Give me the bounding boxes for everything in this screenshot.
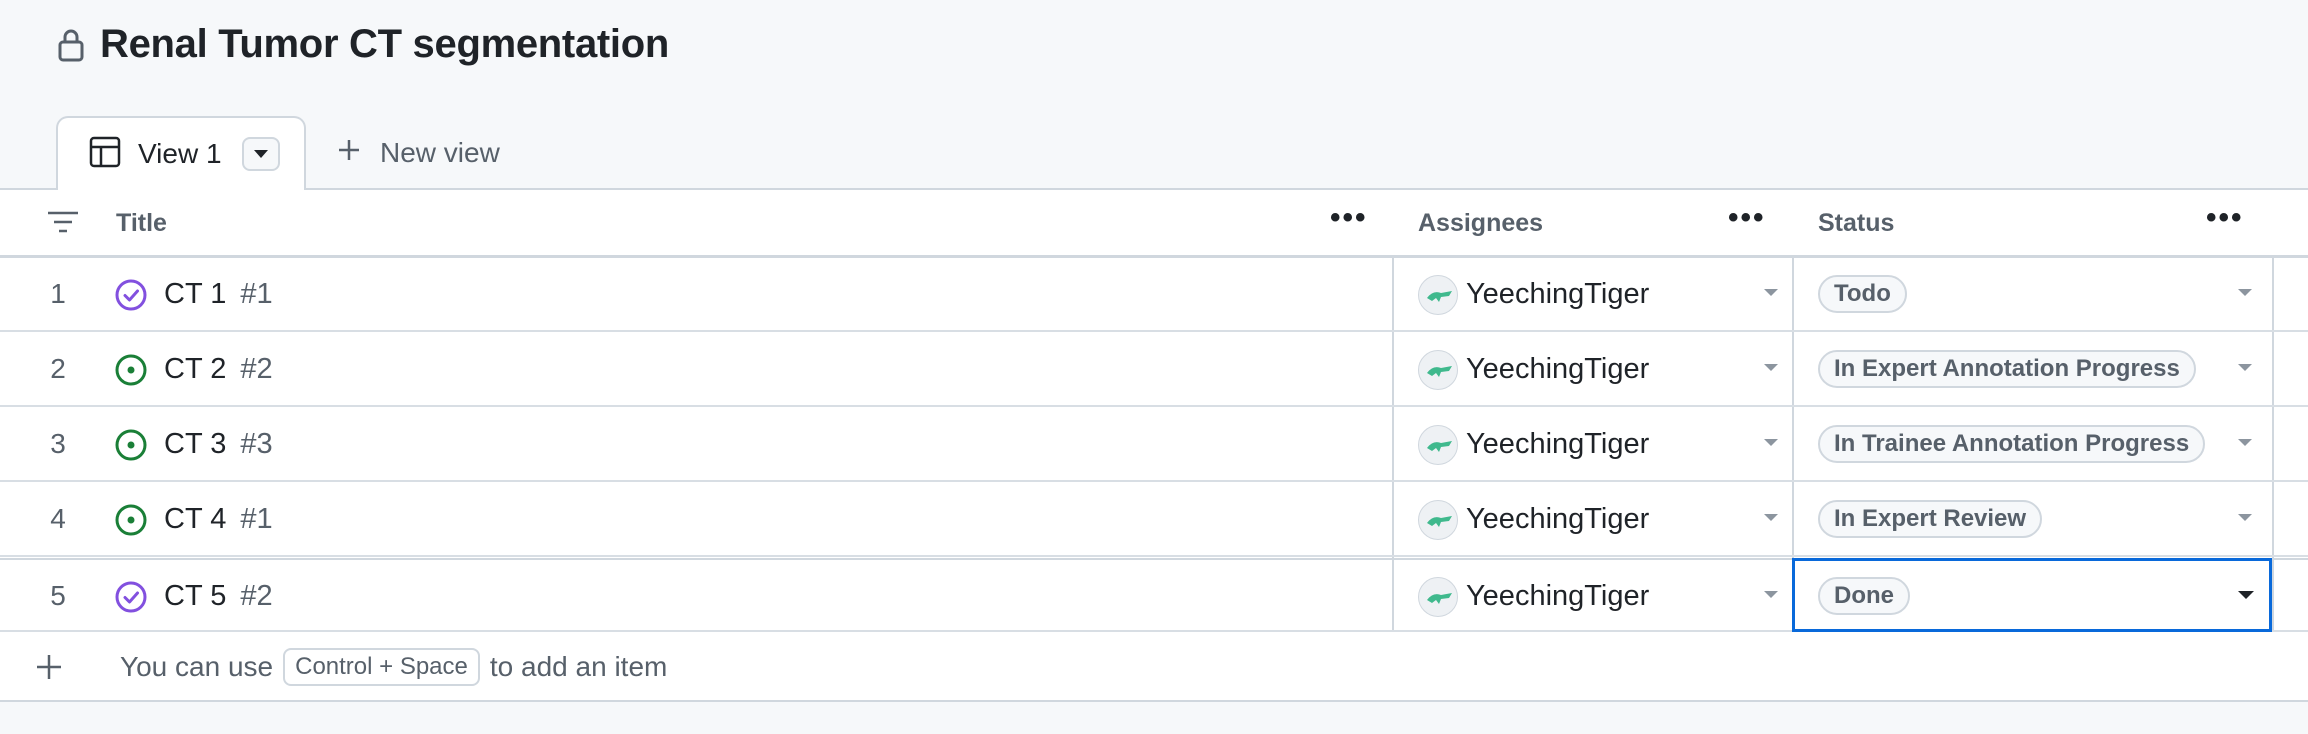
table-row[interactable]: 2 CT 2 #2 YeechingTiger In Expert Annota… [0,333,2308,407]
add-item-prefix: You can use [120,651,274,682]
issue-closed-icon [114,580,148,614]
lock-icon [56,28,86,62]
issue-number: #1 [240,502,273,535]
column-header-assignees[interactable]: Assignees [1418,190,1543,256]
selected-status-cell[interactable] [1792,558,2272,632]
project-table: Title ••• Assignees ••• Status ••• 1 CT … [0,188,2308,702]
add-item-suffix: to add an item [489,651,668,682]
assignee-dropdown-icon[interactable] [1764,289,1778,296]
assignee-name[interactable]: YeechingTiger [1466,560,1649,632]
issue-number: #2 [240,352,273,385]
status-badge[interactable]: In Expert Annotation Progress [1818,350,2196,388]
assignee-name[interactable]: YeechingTiger [1466,408,1649,480]
status-dropdown-icon[interactable] [2238,439,2252,446]
title-column-menu-icon[interactable]: ••• [1330,203,1368,233]
table-row[interactable]: 5 CT 5 #2 YeechingTiger Done [0,558,2308,632]
avatar [1418,577,1458,617]
page-title: Renal Tumor CT segmentation [100,22,669,66]
issue-title-text: CT 4 [164,502,227,535]
issue-title[interactable]: CT 5 #2 [164,560,273,632]
issue-open-icon [114,353,148,387]
add-item-plus-icon[interactable] [34,652,64,687]
filter-icon[interactable] [46,210,80,241]
table-row[interactable]: 4 CT 4 #1 YeechingTiger In Expert Review [0,483,2308,557]
avatar [1418,500,1458,540]
issue-title-text: CT 5 [164,579,227,612]
issue-title-text: CT 3 [164,427,227,460]
keyboard-shortcut: Control + Space [283,648,480,686]
status-column-menu-icon[interactable]: ••• [2206,203,2244,233]
caret-down-icon [253,150,268,158]
issue-title[interactable]: CT 2 #2 [164,333,273,405]
view-tabs: View 1 New view [56,116,500,190]
title-row: Renal Tumor CT segmentation [56,22,669,67]
assignee-name[interactable]: YeechingTiger [1466,258,1649,330]
status-badge[interactable]: In Trainee Annotation Progress [1818,425,2206,463]
add-item-row[interactable]: You can use Control + Space to add an it… [0,632,2308,702]
tab-label: View 1 [138,138,222,169]
row-number: 3 [50,428,66,459]
issue-number: #2 [240,579,273,612]
issue-title[interactable]: CT 1 #1 [164,258,273,330]
new-view-label: New view [380,137,500,168]
table-row[interactable]: 1 CT 1 #1 YeechingTiger Todo [0,258,2308,332]
assignee-dropdown-icon[interactable] [1764,439,1778,446]
new-view-button[interactable]: New view [306,116,500,190]
status-dropdown-icon[interactable] [2238,289,2252,296]
issue-title[interactable]: CT 3 #3 [164,408,273,480]
row-number: 2 [50,353,66,384]
assignee-dropdown-icon[interactable] [1764,591,1778,598]
table-row[interactable]: 3 CT 3 #3 YeechingTiger In Trainee Annot… [0,408,2308,482]
row-number: 1 [50,278,66,309]
column-header-title[interactable]: Title [116,190,167,256]
column-header-status[interactable]: Status [1818,190,1894,256]
table-header: Title ••• Assignees ••• Status ••• [0,190,2308,258]
status-badge[interactable]: In Expert Review [1818,500,2043,538]
issue-closed-icon [114,278,148,312]
add-item-hint: You can use Control + Space to add an it… [120,632,667,702]
status-badge[interactable]: Todo [1818,275,1907,313]
avatar [1418,425,1458,465]
status-dropdown-icon[interactable] [2238,364,2252,371]
issue-number: #1 [240,277,273,310]
issue-open-icon [114,428,148,462]
assignee-name[interactable]: YeechingTiger [1466,483,1649,555]
issue-title-text: CT 2 [164,352,227,385]
view-options-button[interactable] [241,137,280,171]
project-header: Renal Tumor CT segmentation View 1 New v… [0,0,2308,190]
row-number: 5 [50,580,66,611]
issue-open-icon [114,503,148,537]
plus-icon [336,137,362,170]
avatar [1418,350,1458,390]
row-number: 4 [50,503,66,534]
issue-title-text: CT 1 [164,277,227,310]
tab-view-1[interactable]: View 1 [56,116,306,190]
assignee-name[interactable]: YeechingTiger [1466,333,1649,405]
avatar [1418,275,1458,315]
assignee-dropdown-icon[interactable] [1764,364,1778,371]
issue-title[interactable]: CT 4 #1 [164,483,273,555]
issue-number: #3 [240,427,273,460]
assignee-dropdown-icon[interactable] [1764,514,1778,521]
assignees-column-menu-icon[interactable]: ••• [1728,203,1766,233]
status-dropdown-icon[interactable] [2238,514,2252,521]
table-icon [88,135,122,174]
